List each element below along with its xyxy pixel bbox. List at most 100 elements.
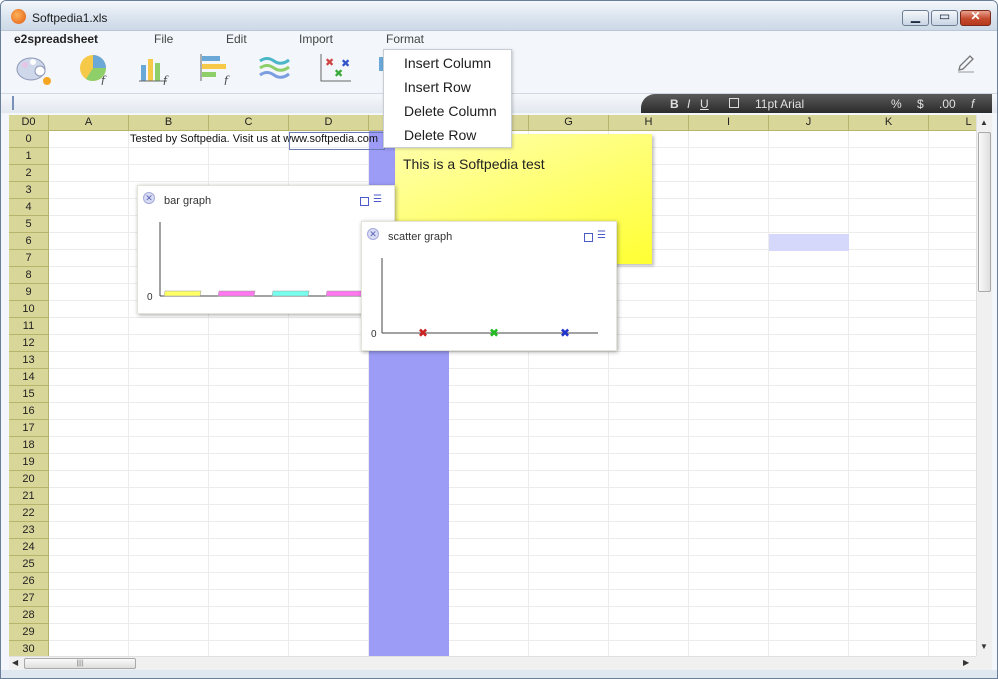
vertical-scroll-thumb[interactable] — [978, 132, 991, 292]
scroll-right-icon[interactable]: ▶ — [963, 658, 969, 667]
row-header[interactable]: 19 — [9, 454, 49, 471]
minimize-button[interactable]: ▁ — [902, 9, 929, 26]
chart-close-icon[interactable]: ✕ — [143, 192, 155, 204]
column-header[interactable]: I — [689, 115, 769, 131]
menu-format[interactable]: Format — [386, 32, 424, 46]
row-header[interactable]: 23 — [9, 522, 49, 539]
menu-file[interactable]: File — [154, 32, 173, 46]
minimize-icon: ▁ — [910, 9, 921, 23]
row-header[interactable]: 8 — [9, 267, 49, 284]
pencil-icon[interactable] — [956, 54, 976, 74]
scatter-point: ✖ — [560, 326, 570, 340]
percent-button[interactable]: % — [891, 97, 902, 111]
row-header[interactable]: 0 — [9, 131, 49, 148]
column-header[interactable]: L — [929, 115, 976, 131]
grid-line — [49, 504, 976, 505]
vertical-scrollbar[interactable]: ▲ ▼ — [976, 115, 992, 656]
chart-menu-icon[interactable]: ☰ — [597, 230, 606, 241]
bar-graph-title: bar graph — [164, 195, 212, 207]
close-icon: ✕ — [970, 9, 981, 23]
decimals-button[interactable]: .00 — [939, 97, 956, 111]
row-header[interactable]: 18 — [9, 437, 49, 454]
currency-button[interactable]: $ — [917, 97, 924, 111]
grid-line — [49, 606, 976, 607]
menu-import[interactable]: Import — [299, 32, 333, 46]
cell-edit-box[interactable] — [289, 132, 385, 150]
row-header[interactable]: 30 — [9, 641, 49, 656]
row-header[interactable]: 20 — [9, 471, 49, 488]
row-header[interactable]: 22 — [9, 505, 49, 522]
horizontal-scroll-thumb[interactable]: |||| — [24, 658, 136, 669]
y-tick-label: 0 — [147, 292, 153, 303]
menu-edit[interactable]: Edit — [226, 32, 247, 46]
chart-menu-icon[interactable]: ☰ — [373, 194, 382, 205]
chart-close-icon[interactable]: ✕ — [367, 228, 379, 240]
menu-item-delete-column[interactable]: Delete Column — [404, 103, 497, 119]
horizontal-bar-chart-button[interactable]: f — [198, 51, 234, 87]
spreadsheet-grid[interactable]: D0 Tested by Softpedia. Visit us at www.… — [9, 115, 976, 656]
row-header[interactable]: 15 — [9, 386, 49, 403]
font-selector[interactable]: 11pt Arial — [755, 97, 804, 111]
row-header[interactable]: 21 — [9, 488, 49, 505]
resize-corner — [976, 656, 992, 670]
menu-item-insert-column[interactable]: Insert Column — [404, 55, 491, 71]
row-header[interactable]: 2 — [9, 165, 49, 182]
underline-button[interactable]: U — [700, 97, 709, 111]
row-header[interactable]: 13 — [9, 352, 49, 369]
column-header[interactable]: B — [129, 115, 209, 131]
chart-maximize-icon[interactable] — [584, 233, 593, 242]
horizontal-scrollbar[interactable]: ◀ |||| ▶ — [9, 656, 976, 670]
grid-line — [49, 521, 976, 522]
column-header[interactable]: D — [289, 115, 369, 131]
row-header[interactable]: 9 — [9, 284, 49, 301]
row-header[interactable]: 25 — [9, 556, 49, 573]
selected-cell-j6[interactable] — [769, 234, 849, 251]
pie-chart-button[interactable]: f — [76, 51, 112, 87]
column-header[interactable]: K — [849, 115, 929, 131]
scroll-left-icon[interactable]: ◀ — [12, 658, 18, 667]
scatter-chart-button[interactable]: ✖ ✖ ✖ — [318, 51, 354, 85]
menu-bar: e2spreadsheet File Edit Import Format — [1, 31, 997, 48]
row-header[interactable]: 1 — [9, 148, 49, 165]
row-header[interactable]: 17 — [9, 420, 49, 437]
grid-line — [688, 131, 689, 656]
menu-item-insert-row[interactable]: Insert Row — [404, 79, 471, 95]
row-header[interactable]: 6 — [9, 233, 49, 250]
row-header[interactable]: 4 — [9, 199, 49, 216]
bar-chart-button[interactable]: f — [137, 51, 173, 87]
row-header[interactable]: 27 — [9, 590, 49, 607]
menu-item-delete-row[interactable]: Delete Row — [404, 127, 476, 143]
column-header[interactable]: G — [529, 115, 609, 131]
column-header[interactable]: J — [769, 115, 849, 131]
maximize-button[interactable]: ▭ — [931, 9, 958, 26]
horizontal-bar-chart-icon: f — [200, 54, 230, 87]
scroll-down-icon[interactable]: ▼ — [980, 642, 988, 651]
area-chart-button[interactable] — [257, 51, 293, 85]
row-header[interactable]: 14 — [9, 369, 49, 386]
row-header[interactable]: 26 — [9, 573, 49, 590]
row-header[interactable]: 11 — [9, 318, 49, 335]
scatter-graph-window[interactable]: ✕ scatter graph ☰ 0 ✖ ✖ ✖ — [361, 221, 617, 351]
color-swatch[interactable] — [729, 98, 739, 108]
row-header[interactable]: 7 — [9, 250, 49, 267]
column-header[interactable]: H — [609, 115, 689, 131]
chart-maximize-icon[interactable] — [360, 197, 369, 206]
row-header[interactable]: 10 — [9, 301, 49, 318]
italic-button[interactable]: I — [687, 97, 690, 111]
row-header[interactable]: 12 — [9, 335, 49, 352]
palette-button[interactable] — [15, 51, 51, 85]
row-header[interactable]: 16 — [9, 403, 49, 420]
row-header[interactable]: 5 — [9, 216, 49, 233]
note-text[interactable]: This is a Softpedia test — [403, 156, 545, 172]
row-header[interactable]: 29 — [9, 624, 49, 641]
scroll-up-icon[interactable]: ▲ — [980, 118, 988, 127]
column-header[interactable]: A — [49, 115, 129, 131]
row-header[interactable]: 3 — [9, 182, 49, 199]
close-button[interactable]: ✕ — [960, 9, 991, 26]
bold-button[interactable]: B — [670, 97, 679, 111]
row-header[interactable]: 24 — [9, 539, 49, 556]
row-header[interactable]: 28 — [9, 607, 49, 624]
function-button[interactable]: f — [971, 97, 974, 111]
bar-graph-window[interactable]: ✕ bar graph ☰ 0 — [137, 185, 395, 314]
column-header[interactable]: C — [209, 115, 289, 131]
